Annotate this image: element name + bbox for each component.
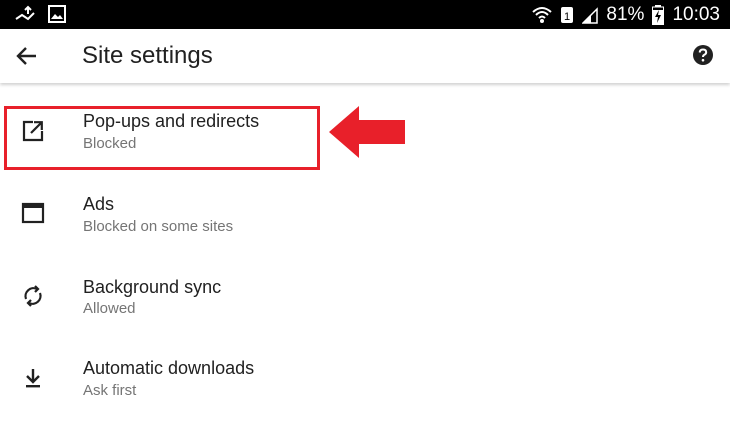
usb-notification-icon — [15, 5, 35, 21]
status-bar: 1 81% 10:03 — [0, 0, 730, 29]
back-button[interactable] — [14, 43, 40, 69]
window-icon — [21, 202, 45, 224]
arrow-left-icon — [16, 47, 36, 65]
clock: 10:03 — [672, 3, 720, 25]
battery-percent: 81% — [606, 3, 645, 25]
list-item-subtitle: Ask first — [83, 382, 137, 399]
list-item-subtitle: Blocked on some sites — [83, 218, 234, 235]
status-bar-notifications — [14, 5, 66, 23]
highlight-box — [4, 106, 320, 170]
list-item-background-sync[interactable]: Background sync Allowed — [0, 263, 730, 345]
list-item-automatic-downloads[interactable]: Automatic downloads Ask first — [0, 346, 730, 428]
signal-icon — [582, 6, 599, 24]
help-button[interactable] — [692, 44, 714, 66]
wifi-icon — [532, 6, 553, 23]
list-item-title: Ads — [83, 194, 115, 214]
help-circle-icon — [693, 45, 713, 65]
sim-icon: 1 — [561, 6, 574, 23]
list-item-ads[interactable]: Ads Blocked on some sites — [0, 180, 730, 262]
arrow-left-annotation-icon — [329, 106, 405, 158]
list-item-title: Automatic downloads — [83, 358, 255, 378]
status-bar-system: 1 81% 10:03 — [532, 0, 720, 29]
download-icon — [26, 369, 40, 388]
image-notification-icon — [48, 5, 66, 23]
page-title: Site settings — [82, 42, 213, 69]
app-bar: Site settings — [0, 29, 730, 83]
svg-text:1: 1 — [564, 11, 570, 23]
list-item-title: Background sync — [83, 277, 222, 297]
sync-icon — [24, 285, 42, 307]
battery-charging-icon — [652, 4, 665, 25]
list-item-subtitle: Allowed — [83, 300, 136, 317]
